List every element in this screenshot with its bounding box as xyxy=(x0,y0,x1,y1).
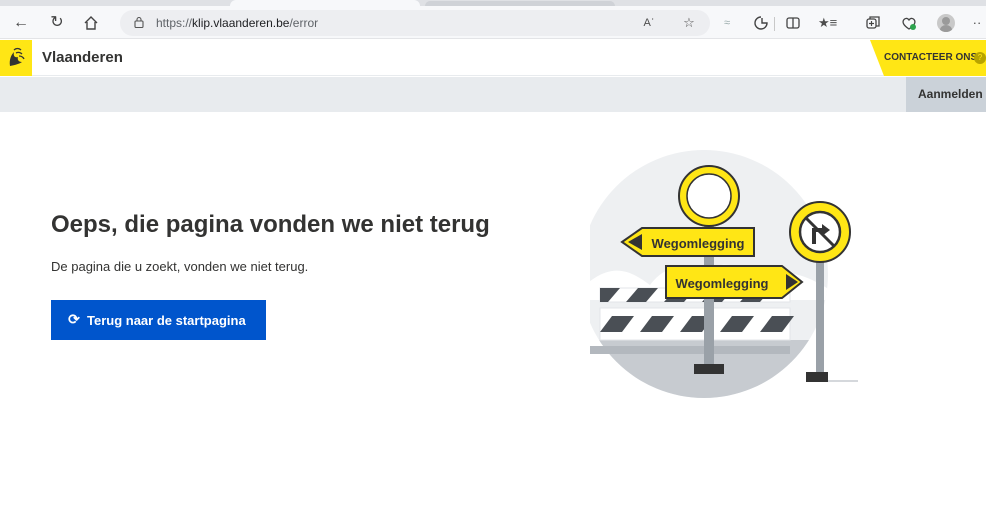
sign-top-text: Wegomlegging xyxy=(652,236,745,251)
sign-bottom-text: Wegomlegging xyxy=(676,276,769,291)
url-text[interactable]: https://klip.vlaanderen.be/error xyxy=(156,16,318,30)
toolbar-separator xyxy=(774,17,775,31)
address-bar[interactable]: https://klip.vlaanderen.be/error xyxy=(120,10,710,36)
tracking-icon[interactable]: ≈ xyxy=(718,14,736,32)
functional-header xyxy=(0,77,986,112)
read-aloud-icon[interactable]: Aʾ xyxy=(640,14,658,32)
collections-icon[interactable] xyxy=(864,14,882,32)
site-header: Vlaanderen CONTACTEER ONS ? xyxy=(0,40,986,76)
health-icon[interactable] xyxy=(900,14,918,32)
pole-base xyxy=(694,364,724,374)
back-to-home-button[interactable]: ⟳ Terug naar de startpagina xyxy=(51,300,266,340)
help-icon: ? xyxy=(974,52,986,64)
extensions-icon[interactable] xyxy=(752,14,770,32)
split-screen-icon[interactable] xyxy=(784,14,802,32)
contact-button[interactable]: CONTACTEER ONS ? xyxy=(870,40,986,76)
contact-label: CONTACTEER ONS xyxy=(884,52,978,63)
detour-sign-top: Wegomlegging xyxy=(620,227,755,257)
login-button[interactable]: Aanmelden xyxy=(906,77,986,112)
more-icon[interactable]: ·· xyxy=(968,14,986,32)
favorite-icon[interactable]: ☆ xyxy=(680,14,698,32)
no-right-turn-sign xyxy=(789,201,851,263)
profile-icon[interactable] xyxy=(937,14,955,32)
back-icon[interactable]: ← xyxy=(10,12,32,34)
favorites-list-icon[interactable]: ★≡ xyxy=(818,14,837,32)
brand-name[interactable]: Vlaanderen xyxy=(42,49,123,66)
refresh-icon[interactable]: ↻ xyxy=(46,12,68,34)
vlaanderen-lion-logo[interactable] xyxy=(0,40,32,76)
page-title: Oeps, die pagina vonden we niet terug xyxy=(51,211,490,238)
lock-icon[interactable] xyxy=(134,16,144,28)
page-subtitle: De pagina die u zoekt, vonden we niet te… xyxy=(51,259,309,274)
detour-illustration: Wegomlegging Wegomlegging xyxy=(590,150,858,398)
refresh-icon: ⟳ xyxy=(68,311,80,327)
detour-sign-bottom: Wegomlegging xyxy=(665,265,804,299)
home-icon[interactable] xyxy=(80,12,102,34)
back-to-home-label: Terug naar de startpagina xyxy=(87,313,246,328)
browser-toolbar: ← ↻ https://klip.vlaanderen.be/error Aʾ … xyxy=(0,6,986,39)
